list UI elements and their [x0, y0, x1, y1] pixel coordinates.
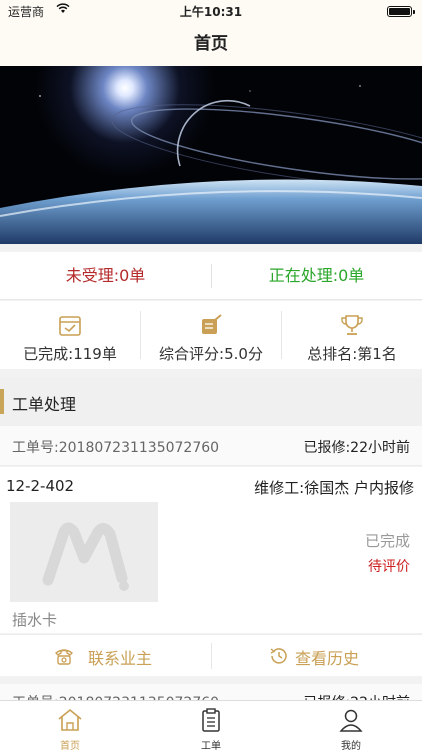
banner-image[interactable] — [0, 66, 422, 244]
home-icon — [57, 707, 83, 733]
history-clock-icon — [269, 646, 289, 666]
completed-stat-label: 已完成:119单 — [23, 345, 117, 363]
order-card[interactable]: 12-2-402 维修工:徐国杰 户内报修 插水卡 已完成 待评价 — [0, 467, 422, 633]
tab-home-label: 首页 — [60, 741, 80, 750]
order-number: 工单号:20180723113507276​0 — [12, 440, 220, 456]
battery-icon — [387, 6, 415, 17]
completed-calendar-icon — [58, 313, 82, 337]
pending-count[interactable]: 未受理:0单 — [0, 252, 211, 300]
tab-home[interactable]: 首页 — [0, 701, 140, 750]
placeholder-logo-icon — [42, 522, 129, 591]
order-photo-placeholder[interactable] — [10, 502, 158, 602]
status-bar: 运营商 上午10:31 — [0, 0, 422, 22]
order-actions: 联系业主 查看历史 — [0, 634, 422, 676]
section-title: 工单处理 — [12, 395, 77, 414]
order-header[interactable]: 工单号:20180723113507276​0 已报修:22小时前 — [0, 426, 422, 466]
status-time: 上午10:31 — [179, 5, 243, 19]
nav-bar: 首页 — [0, 22, 422, 66]
scroll-quill-icon — [199, 313, 223, 337]
telephone-icon — [54, 646, 74, 666]
order-rating-status[interactable]: 待评价 — [368, 556, 410, 576]
tab-orders-label: 工单 — [201, 741, 221, 750]
clipboard-icon — [198, 707, 224, 733]
section-accent-bar — [0, 389, 4, 414]
rating-stat[interactable]: 综合评分:5.0分 — [141, 301, 281, 369]
tab-orders[interactable]: 工单 — [141, 701, 281, 750]
rating-stat-label: 综合评分:5.0分 — [159, 345, 263, 363]
order-count-stats: 未受理:0单 正在处理:0单 — [0, 252, 422, 300]
section-header: 工单处理 — [0, 377, 422, 426]
ranking-stat[interactable]: 总排名:第1名 — [282, 301, 422, 369]
completed-stat[interactable]: 已完成:119单 — [0, 301, 140, 369]
contact-owner-label: 联系业主 — [88, 649, 153, 668]
trophy-icon — [340, 313, 364, 337]
contact-owner-button[interactable]: 联系业主 — [0, 635, 211, 677]
processing-count[interactable]: 正在处理:0单 — [211, 252, 422, 300]
tab-bar: 首页 工单 我的 — [0, 700, 422, 750]
view-history-button[interactable]: 查看历史 — [211, 635, 422, 677]
tab-profile[interactable]: 我的 — [281, 701, 421, 750]
order-worker: 维修工:徐国杰 户内报修 — [254, 479, 414, 497]
view-history-label: 查看历史 — [295, 649, 360, 668]
page-title: 首页 — [194, 34, 228, 54]
order-room: 12-2-402 — [6, 477, 75, 495]
tab-profile-label: 我的 — [341, 741, 361, 750]
ranking-stat-label: 总排名:第1名 — [307, 345, 397, 363]
person-icon — [338, 707, 364, 733]
performance-stats: 已完成:119单 综合评分:5.0分 总排名:第1名 — [0, 301, 422, 369]
order-device: 插水卡 — [12, 611, 58, 629]
order-reported-time: 已报修:22小时前 — [303, 440, 410, 456]
order-status: 已完成 — [364, 532, 410, 550]
